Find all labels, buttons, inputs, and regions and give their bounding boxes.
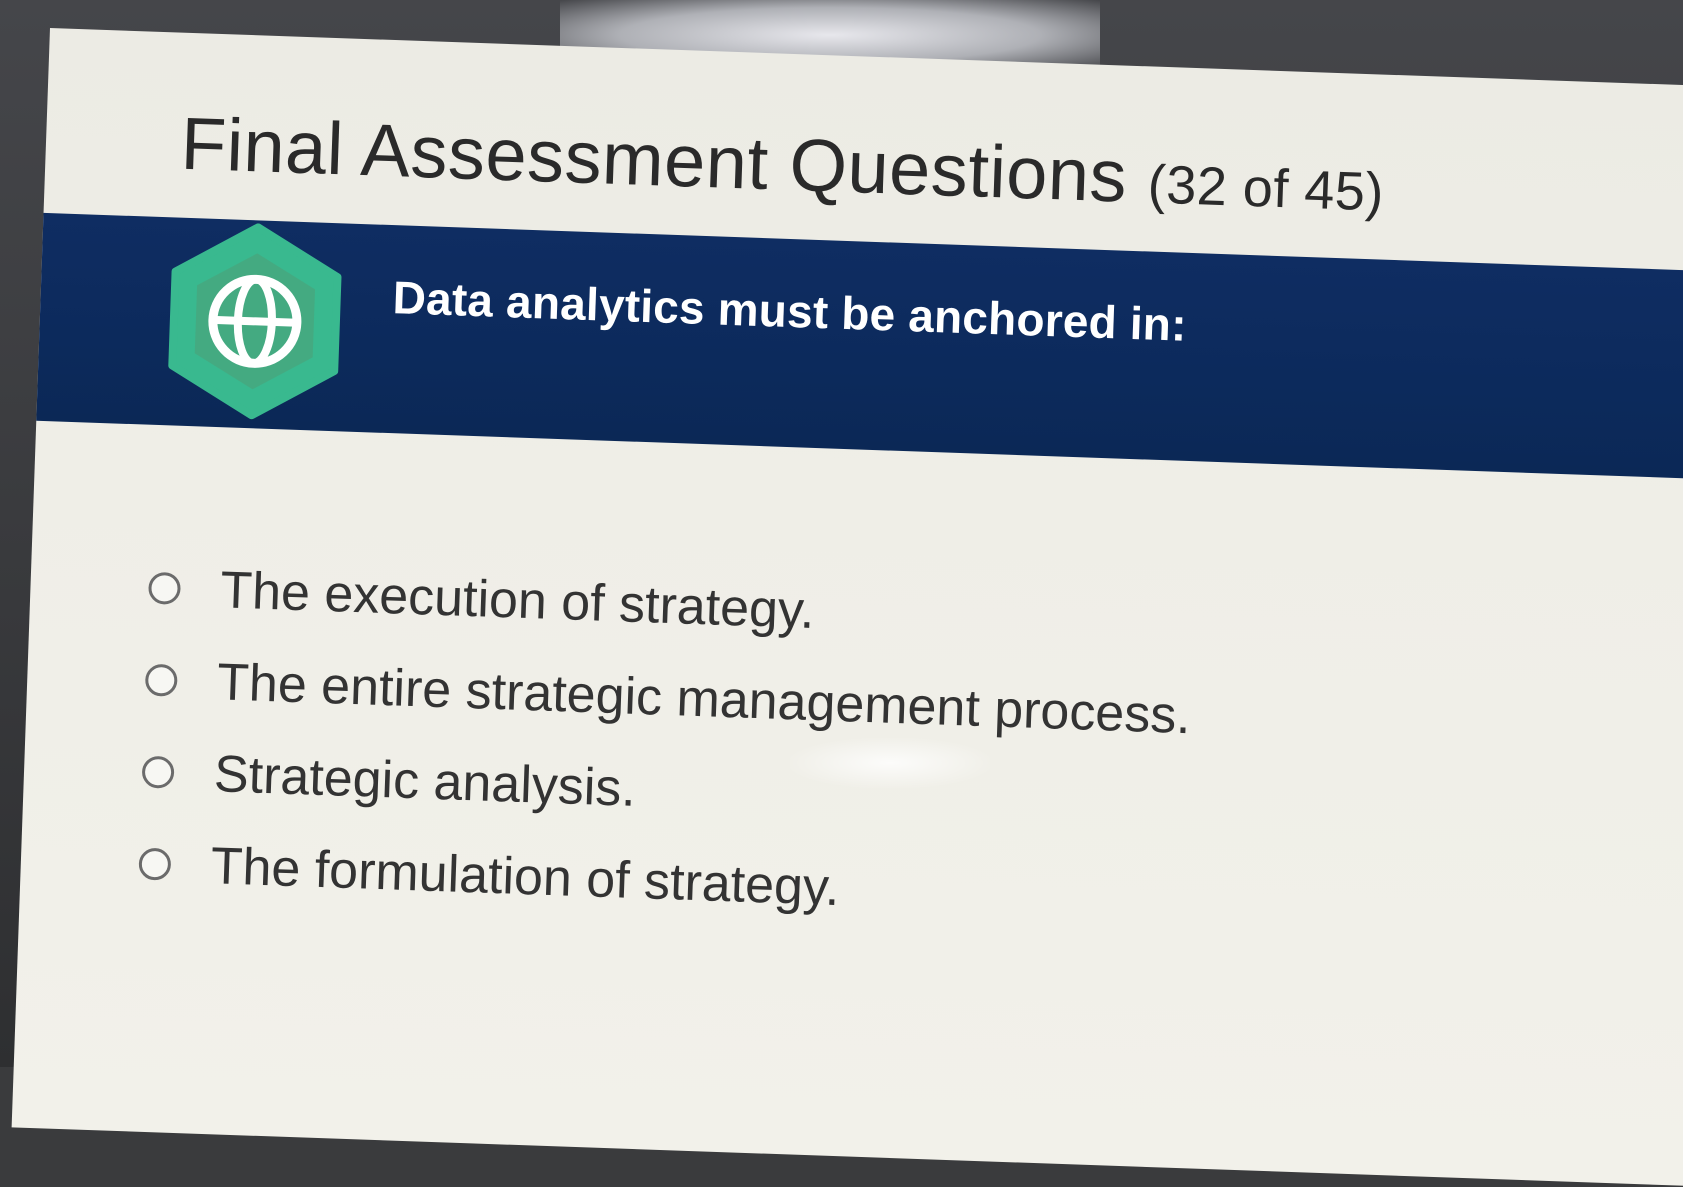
answer-option-label: The execution of strategy. — [219, 561, 816, 641]
answer-option-label: Strategic analysis. — [213, 745, 637, 818]
answer-option-label: The formulation of strategy. — [209, 837, 841, 918]
radio-button[interactable] — [144, 663, 178, 697]
globe-icon — [168, 223, 342, 420]
answer-options: The execution of strategy. The entire st… — [137, 542, 1195, 946]
answer-option-label: The entire strategic management process. — [216, 653, 1192, 746]
question-badge — [163, 220, 348, 422]
assessment-screen: Final Assessment Questions (32 of 45) Da… — [11, 28, 1683, 1187]
radio-button[interactable] — [138, 847, 172, 881]
radio-button[interactable] — [147, 571, 182, 605]
page-title-text: Final Assessment Questions — [179, 101, 1129, 218]
screen-reflection — [790, 738, 990, 788]
question-banner: Data analytics must be anchored in: — [36, 212, 1683, 481]
question-counter: (32 of 45) — [1146, 154, 1385, 223]
page-title: Final Assessment Questions (32 of 45) — [180, 101, 1386, 228]
radio-button[interactable] — [141, 755, 175, 789]
question-text: Data analytics must be anchored in: — [391, 271, 1188, 351]
